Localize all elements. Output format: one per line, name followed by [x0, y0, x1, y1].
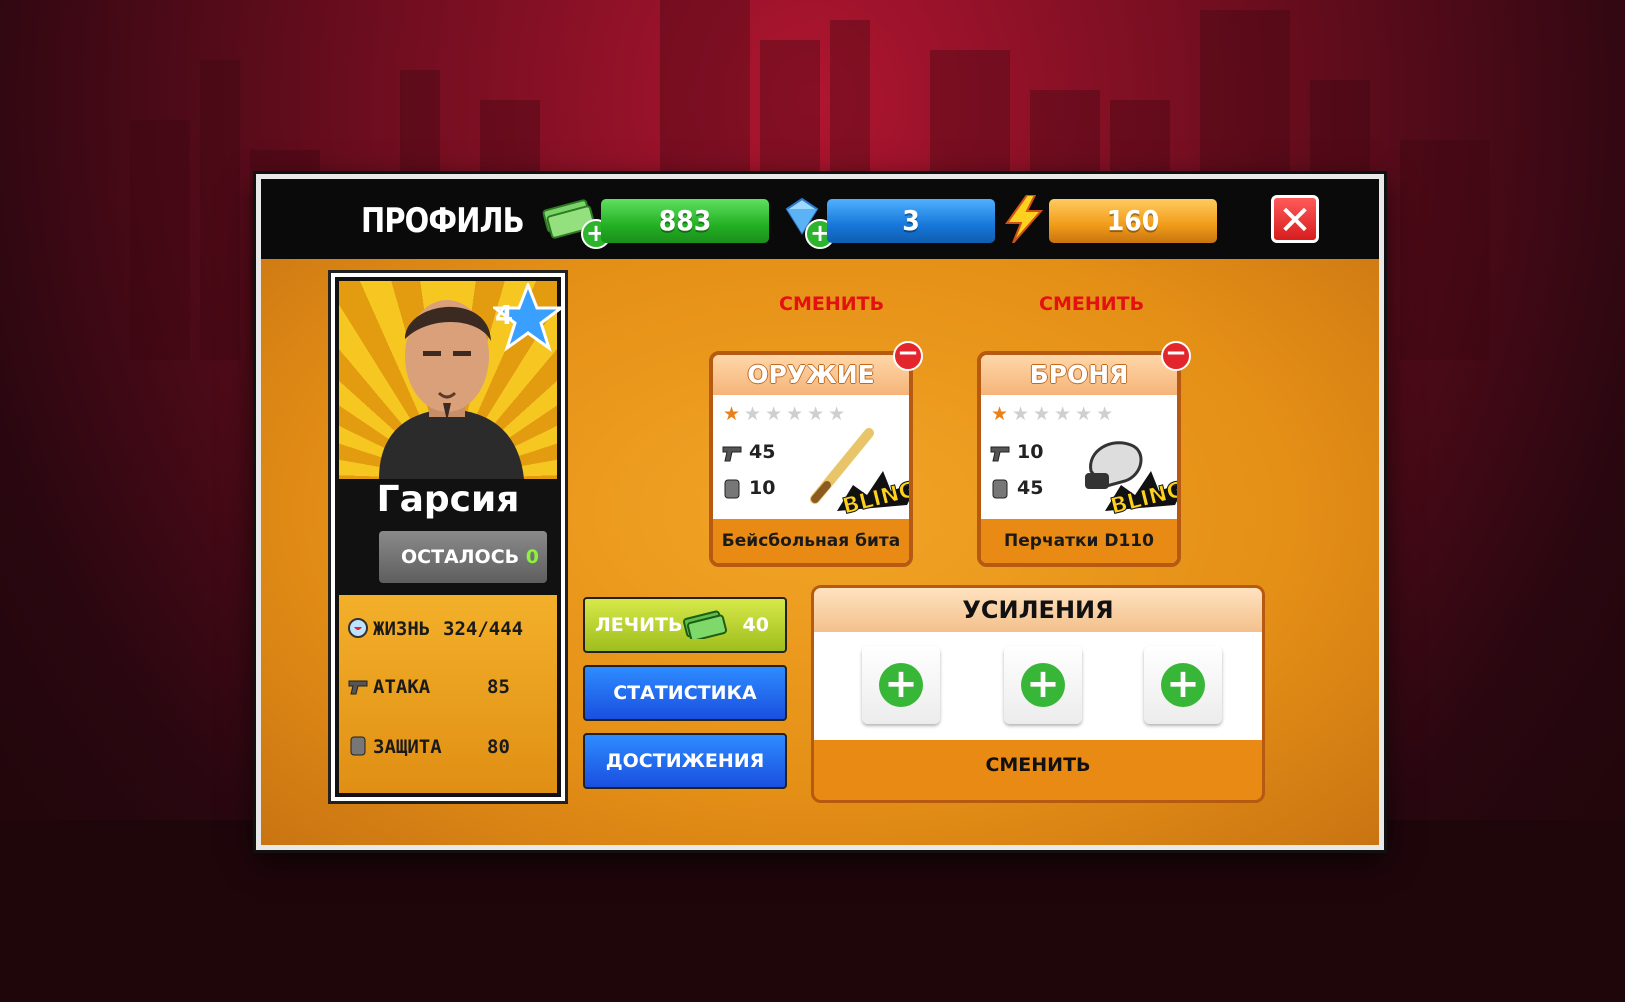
cash-bar: 883: [601, 199, 769, 243]
armor-stars: ★★★★★★: [991, 403, 1118, 425]
close-button[interactable]: ✕: [1271, 195, 1319, 244]
boosts-title: УСИЛЕНИЯ: [814, 588, 1262, 632]
stat-life: ЖИЗНЬ 324/444: [347, 615, 552, 645]
armor-icon: [350, 736, 366, 756]
heal-button[interactable]: ЛЕЧИТЬ 40: [583, 597, 787, 653]
cash-icon: [683, 610, 727, 639]
weapon-stars: ★★★★★★: [723, 403, 850, 425]
remaining-points: ОСТАЛОСЬ 0: [379, 531, 547, 583]
weapon-card[interactable]: ОРУЖИЕ ★★★★★★ 45 10 BLING Бейсбольная би…: [709, 351, 913, 567]
dialog-title: ПРОФИЛЬ: [361, 201, 525, 241]
remove-weapon-button[interactable]: −: [893, 340, 923, 371]
change-weapon-link[interactable]: СМЕНИТЬ: [779, 293, 884, 315]
hero-name: Гарсия: [376, 479, 520, 520]
remaining-label: ОСТАЛОСЬ: [401, 546, 520, 568]
top-bar: ПРОФИЛЬ + 883 + 3 160 ✕: [261, 179, 1379, 259]
boost-slot-3[interactable]: +: [1144, 646, 1222, 724]
heal-cost: 40: [742, 614, 769, 636]
achievements-button[interactable]: ДОСТИЖЕНИЯ: [583, 733, 787, 789]
profile-dialog: ПРОФИЛЬ + 883 + 3 160 ✕ 4 Гарсия ОСТАЛОС…: [256, 174, 1384, 850]
armor-attack: 10: [989, 441, 1043, 463]
heal-label: ЛЕЧИТЬ: [595, 614, 683, 636]
remove-armor-button[interactable]: −: [1161, 340, 1191, 371]
weapon-name: Бейсбольная бита: [713, 519, 909, 563]
add-icon: +: [1161, 663, 1205, 707]
bling-badge: BLING: [837, 471, 909, 515]
pistol-icon: [722, 446, 742, 461]
armor-defense: 45: [989, 477, 1043, 499]
boost-slot-2[interactable]: +: [1004, 646, 1082, 724]
armor-name: Перчатки D110: [981, 519, 1177, 563]
change-armor-link[interactable]: СМЕНИТЬ: [1039, 293, 1144, 315]
weapon-defense: 10: [721, 477, 775, 499]
boost-slot-1[interactable]: +: [862, 646, 940, 724]
add-icon: +: [879, 663, 923, 707]
hero-level: 4: [495, 301, 514, 331]
stat-attack: АТАКА 85: [347, 673, 552, 703]
weapon-slot-title: ОРУЖИЕ: [713, 355, 909, 395]
boosts-panel: УСИЛЕНИЯ + + + СМЕНИТЬ: [811, 585, 1265, 803]
remaining-value: 0: [525, 546, 539, 568]
pistol-icon: [990, 446, 1010, 461]
hero-stats: ЖИЗНЬ 324/444 АТАКА 85 ЗАЩИТА 80: [339, 595, 557, 793]
statistics-button[interactable]: СТАТИСТИКА: [583, 665, 787, 721]
armor-icon: [992, 479, 1008, 498]
armor-card[interactable]: БРОНЯ ★★★★★★ 10 45 BLING Перчатки D110: [977, 351, 1181, 567]
boost-slots: + + +: [814, 632, 1262, 740]
add-icon: +: [1021, 663, 1065, 707]
armor-icon: [724, 479, 740, 498]
energy-bar: 160: [1049, 199, 1217, 243]
pistol-icon: [348, 680, 368, 695]
change-boosts-link[interactable]: СМЕНИТЬ: [814, 754, 1262, 776]
armor-slot-title: БРОНЯ: [981, 355, 1177, 395]
weapon-attack: 45: [721, 441, 775, 463]
hero-card: 4 Гарсия ОСТАЛОСЬ 0 ЖИЗНЬ 324/444 АТАКА …: [331, 273, 565, 801]
lightning-icon: [1005, 195, 1044, 243]
gem-bar: 3: [827, 199, 995, 243]
heart-shield-icon: [348, 618, 368, 638]
stat-defense: ЗАЩИТА 80: [347, 733, 552, 763]
bling-badge: BLING: [1105, 471, 1177, 515]
